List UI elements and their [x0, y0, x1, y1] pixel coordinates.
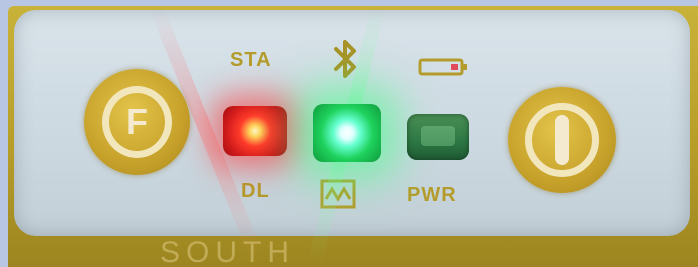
bluetooth-led [313, 104, 381, 162]
pwr-led [407, 114, 469, 160]
function-button-label: F [126, 101, 148, 142]
brand-text: SOUTH [160, 236, 295, 267]
pwr-label: PWR [407, 184, 457, 206]
sta-led [223, 106, 287, 156]
pwr-led-window [421, 126, 455, 146]
function-button[interactable]: F [84, 69, 190, 175]
power-button[interactable] [508, 87, 616, 193]
power-icon [555, 115, 569, 165]
battery-icon [418, 58, 467, 76]
sta-label: STA [230, 49, 272, 71]
device-photo: F STA DL PWR SOUTH [0, 0, 698, 267]
dl-label: DL [241, 180, 270, 202]
